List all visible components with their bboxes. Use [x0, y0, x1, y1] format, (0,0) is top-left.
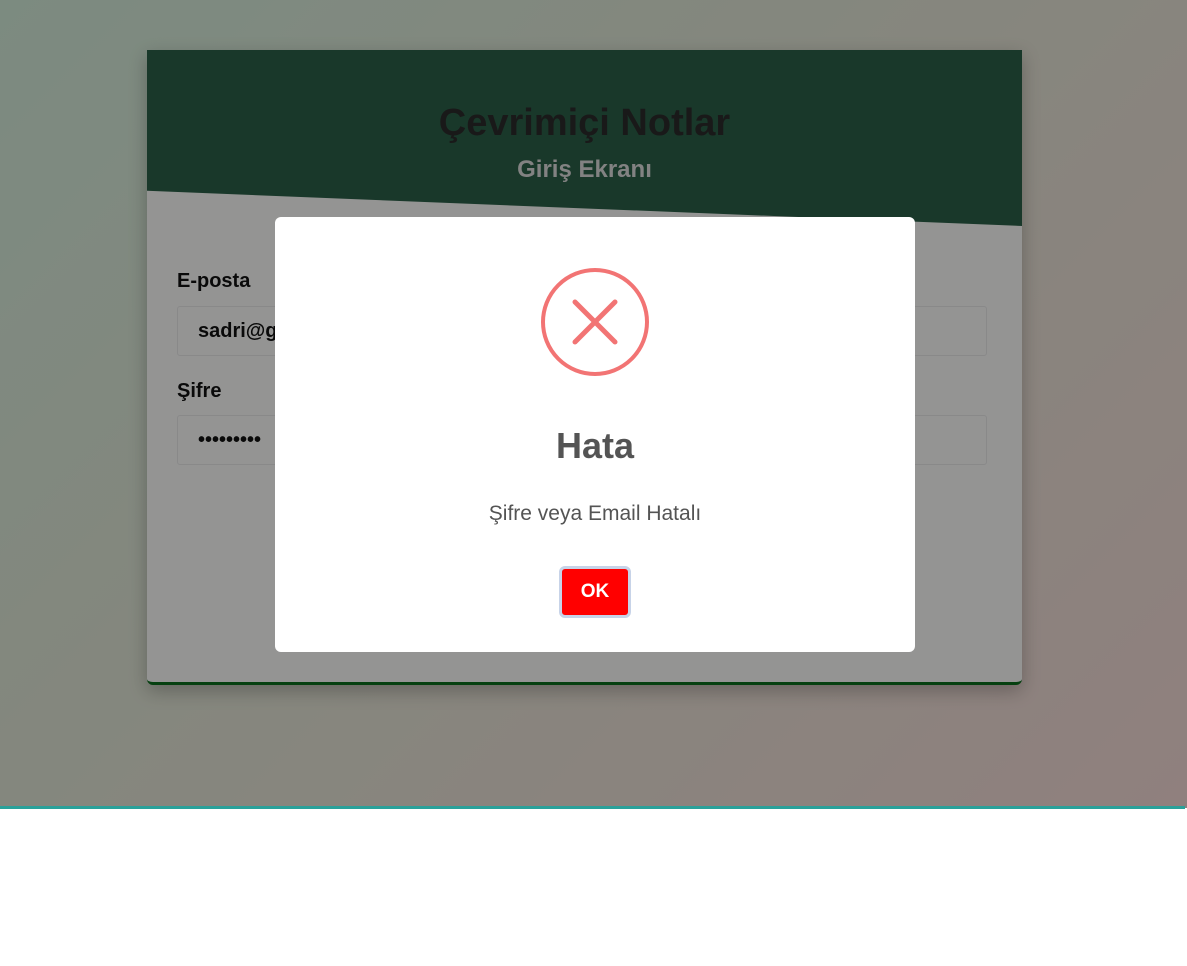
- bottom-divider: [0, 806, 1185, 809]
- error-dialog: Hata Şifre veya Email Hatalı OK: [275, 217, 915, 652]
- page-background: Çevrimiçi Notlar Giriş Ekranı E-posta sa…: [0, 0, 1187, 808]
- dialog-message: Şifre veya Email Hatalı: [488, 502, 702, 525]
- error-x-icon: [540, 267, 650, 377]
- ok-button[interactable]: OK: [559, 566, 631, 618]
- dialog-title: Hata: [555, 425, 635, 466]
